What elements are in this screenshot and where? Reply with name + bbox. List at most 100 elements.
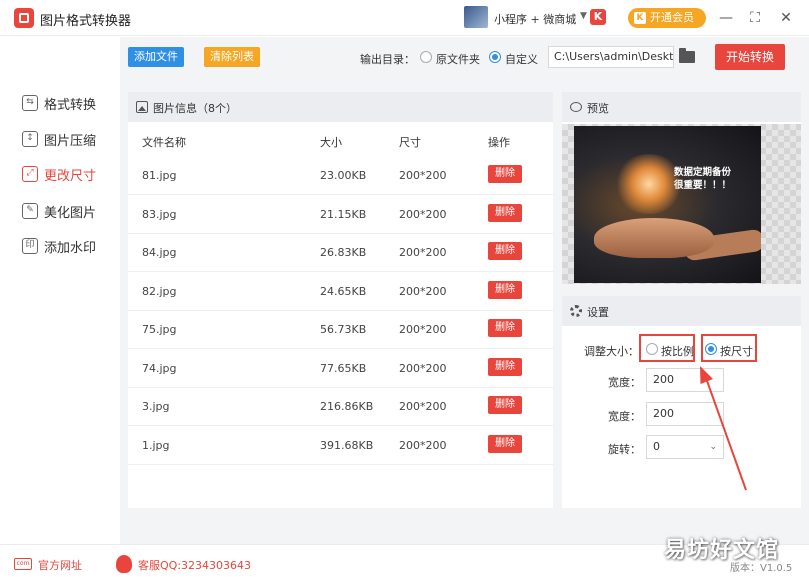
table-row: 1.jpg 391.68KB 200*200 删除 (128, 426, 553, 465)
file-list-panel: 图片信息（8个） 文件名称 大小 尺寸 操作 81.jpg 23.00KB 20… (128, 92, 553, 508)
table-row: 84.jpg 26.83KB 200*200 删除 (128, 233, 553, 272)
file-size: 21.15KB (320, 208, 367, 221)
file-name: 3.jpg (142, 400, 170, 413)
beautify-icon: ✎ (22, 203, 38, 219)
delete-button[interactable]: 删除 (488, 204, 522, 222)
vip-button[interactable]: K 开通会员 (628, 8, 706, 28)
k-logo-icon[interactable]: K (590, 9, 606, 25)
file-size: 56.73KB (320, 323, 367, 336)
table-row: 83.jpg 21.15KB 200*200 删除 (128, 195, 553, 234)
file-name: 82.jpg (142, 285, 177, 298)
file-dims: 200*200 (399, 362, 447, 375)
output-directory-label: 输出目录： (360, 53, 415, 66)
mini-program-thumbnail[interactable] (464, 6, 488, 28)
table-row: 3.jpg 216.86KB 200*200 删除 (128, 387, 553, 426)
preview-header: 预览 (562, 92, 801, 122)
output-path-input[interactable]: C:\Users\admin\Deskto (548, 46, 674, 68)
delete-button[interactable]: 删除 (488, 242, 522, 260)
close-icon[interactable]: ✕ (776, 8, 796, 28)
highlight-box-size (701, 334, 757, 362)
compress-icon: ↕ (22, 131, 38, 147)
file-dims: 200*200 (399, 400, 447, 413)
clear-list-button[interactable]: 清除列表 (204, 47, 260, 67)
sidebar: ⇆ 格式转换 ↕ 图片压缩 ⤢ 更改尺寸 ✎ 美化图片 印 添加水印 (0, 37, 120, 544)
file-name: 1.jpg (142, 439, 170, 452)
image-icon (136, 101, 148, 113)
rotate-select-value: 0 (653, 440, 660, 453)
file-dims: 200*200 (399, 285, 447, 298)
delete-button[interactable]: 删除 (488, 165, 522, 183)
settings-title: 设置 (587, 306, 609, 319)
rotate-label: 旋转： (608, 443, 641, 456)
file-dims: 200*200 (399, 246, 447, 259)
chevron-down-icon: ⌄ (709, 442, 717, 452)
preview-title: 预览 (587, 102, 609, 115)
delete-button[interactable]: 删除 (488, 396, 522, 414)
table-row: 82.jpg 24.65KB 200*200 删除 (128, 272, 553, 311)
sidebar-item-label: 更改尺寸 (44, 169, 97, 184)
maximize-icon[interactable]: ⛶ (745, 8, 765, 28)
sidebar-item-format-convert[interactable]: ⇆ 格式转换 (22, 93, 118, 115)
delete-button[interactable]: 删除 (488, 281, 522, 299)
sidebar-item-label: 格式转换 (44, 98, 97, 113)
preview-image: 数据定期备份 很重要！！！ (574, 126, 761, 283)
settings-panel: 设置 调整大小： 按比例 按尺寸 宽度： 200 宽度： 200 旋转： 0 ⌄ (562, 296, 801, 508)
highlight-box-ratio (639, 334, 695, 362)
app-logo-icon (14, 8, 34, 28)
file-size: 391.68KB (320, 439, 374, 452)
file-dims: 200*200 (399, 169, 447, 182)
table-row: 81.jpg 23.00KB 200*200 删除 (128, 156, 553, 195)
sidebar-item-compress[interactable]: ↕ 图片压缩 (22, 129, 118, 151)
sidebar-item-beautify[interactable]: ✎ 美化图片 (22, 201, 118, 223)
preview-image-hand (594, 218, 714, 258)
qq-icon[interactable] (116, 555, 132, 573)
width-input[interactable]: 200 (646, 368, 724, 392)
delete-button[interactable]: 删除 (488, 435, 522, 453)
title-bar: 图片格式转换器 小程序 + 微商城 ▼ K K 开通会员 — ⛶ ✕ (0, 0, 809, 36)
radio-custom-folder-label[interactable]: 自定义 (505, 51, 538, 67)
website-link[interactable]: 官方网址 (38, 557, 82, 573)
rotate-select[interactable]: 0 ⌄ (646, 435, 724, 459)
customer-service-qq[interactable]: 客服QQ:3234303643 (138, 557, 251, 573)
sidebar-item-label: 图片压缩 (44, 134, 97, 149)
preview-image-caption: 数据定期备份 很重要！！！ (674, 166, 756, 192)
file-panel-header: 图片信息（8个） (128, 92, 553, 122)
sidebar-item-resize[interactable]: ⤢ 更改尺寸 (22, 164, 118, 186)
file-size: 23.00KB (320, 169, 367, 182)
file-panel-title: 图片信息（8个） (153, 102, 237, 115)
file-size: 24.65KB (320, 285, 367, 298)
folder-icon[interactable] (679, 48, 695, 63)
file-dims: 200*200 (399, 439, 447, 452)
website-icon[interactable]: com (14, 558, 32, 570)
column-header-action: 操作 (488, 136, 510, 149)
minimize-icon[interactable]: — (716, 8, 736, 28)
start-convert-button[interactable]: 开始转换 (715, 44, 785, 70)
settings-header: 设置 (562, 296, 801, 326)
preview-caption-line1: 数据定期备份 (674, 167, 732, 178)
add-file-button[interactable]: 添加文件 (128, 47, 184, 67)
chevron-down-icon[interactable]: ▼ (580, 11, 587, 21)
column-header-name: 文件名称 (142, 136, 186, 149)
file-name: 83.jpg (142, 208, 177, 221)
preview-canvas: 数据定期备份 很重要！！！ (562, 124, 801, 284)
radio-original-folder[interactable] (420, 51, 432, 63)
delete-button[interactable]: 删除 (488, 358, 522, 376)
adjust-size-label: 调整大小： (584, 345, 639, 358)
preview-icon (570, 102, 582, 112)
mini-program-label[interactable]: 小程序 + 微商城 (494, 11, 576, 27)
file-name: 74.jpg (142, 362, 177, 375)
radio-original-folder-label[interactable]: 原文件夹 (436, 51, 480, 67)
column-header-dims: 尺寸 (399, 136, 421, 149)
file-dims: 200*200 (399, 323, 447, 336)
radio-custom-folder[interactable] (489, 51, 501, 63)
height-input[interactable]: 200 (646, 402, 724, 426)
file-name: 84.jpg (142, 246, 177, 259)
app-title: 图片格式转换器 (40, 14, 132, 29)
sidebar-item-watermark[interactable]: 印 添加水印 (22, 236, 118, 258)
width-label: 宽度： (608, 376, 641, 389)
file-size: 77.65KB (320, 362, 367, 375)
vip-button-label: 开通会员 (650, 11, 694, 24)
crown-icon: K (634, 12, 646, 24)
column-header-size: 大小 (320, 136, 342, 149)
delete-button[interactable]: 删除 (488, 319, 522, 337)
